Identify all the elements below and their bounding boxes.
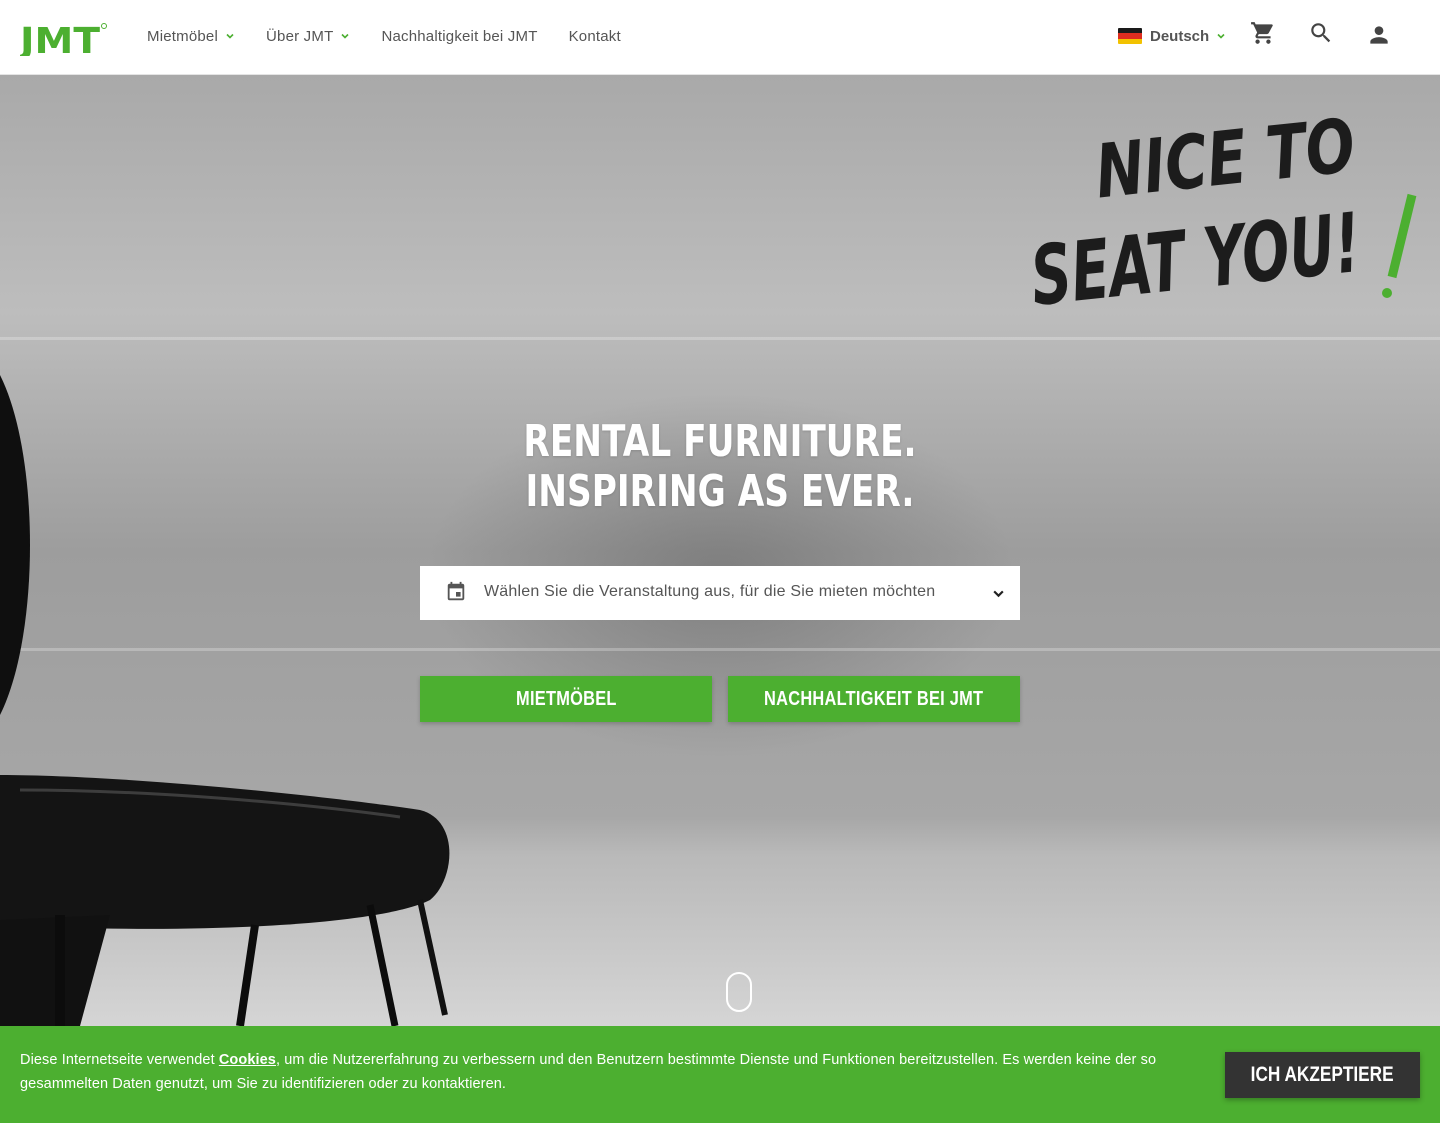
chevron-down-icon	[341, 33, 350, 39]
site-header: JMT Mietmöbel Über JMT Nachhaltigkeit be…	[0, 0, 1440, 75]
logo-text: JMT	[20, 21, 100, 56]
germany-flag-icon	[1118, 28, 1142, 44]
headline-line-1: RENTAL FURNITURE.	[523, 416, 917, 467]
hero-section: NICE TO SEAT YOU! RENTAL FURNITURE. INSP…	[0, 75, 1440, 1026]
button-label: MIETMÖBEL	[515, 687, 617, 710]
chair-image	[0, 375, 450, 1026]
nav-item-mietmoebel[interactable]: Mietmöbel	[147, 28, 235, 45]
cookies-link[interactable]: Cookies	[219, 1052, 276, 1068]
nav-item-kontakt[interactable]: Kontakt	[569, 28, 621, 45]
mietmoebel-button[interactable]: MIETMÖBEL	[420, 676, 712, 722]
nice-to-seat-you-slogan: NICE TO SEAT YOU!	[1027, 105, 1417, 315]
nachhaltigkeit-button[interactable]: NACHHALTIGKEIT BEI JMT	[728, 676, 1020, 722]
cookie-text-before: Diese Internetseite verwendet	[20, 1052, 219, 1068]
button-label: ICH AKZEPTIERE	[1251, 1063, 1394, 1086]
cookie-banner: Diese Internetseite verwendet Cookies, u…	[0, 1026, 1440, 1123]
nav-item-ueber-jmt[interactable]: Über JMT	[266, 28, 350, 45]
headline-line-2: INSPIRING AS EVER.	[525, 466, 915, 517]
chevron-down-icon	[1217, 33, 1225, 39]
search-icon[interactable]	[1308, 20, 1334, 46]
nav-item-label: Mietmöbel	[147, 27, 218, 45]
nav-item-label: Nachhaltigkeit bei JMT	[381, 27, 538, 45]
header-utilities: Deutsch	[1118, 0, 1226, 72]
button-label: NACHHALTIGKEIT BEI JMT	[764, 687, 984, 710]
account-icon[interactable]	[1366, 22, 1392, 48]
accept-cookies-button[interactable]: ICH AKZEPTIERE	[1225, 1052, 1420, 1098]
event-select-dropdown[interactable]: Wählen Sie die Veranstaltung aus, für di…	[420, 566, 1020, 620]
nav-item-label: Über JMT	[266, 27, 334, 45]
cookie-text: Diese Internetseite verwendet Cookies, u…	[20, 1048, 1200, 1096]
nav-item-label: Kontakt	[568, 27, 621, 45]
event-select-placeholder: Wählen Sie die Veranstaltung aus, für di…	[484, 583, 936, 600]
calendar-icon	[447, 581, 465, 601]
slogan-line-2: SEAT YOU!	[1027, 196, 1365, 315]
cart-icon[interactable]	[1250, 20, 1276, 46]
jmt-logo[interactable]: JMT	[20, 20, 108, 56]
language-label: Deutsch	[1150, 27, 1210, 45]
chevron-down-icon	[226, 33, 234, 39]
hero-headline: RENTAL FURNITURE. INSPIRING AS EVER.	[158, 417, 1281, 517]
nav-item-nachhaltigkeit[interactable]: Nachhaltigkeit bei JMT	[381, 28, 537, 45]
scroll-down-indicator[interactable]	[726, 972, 752, 1012]
main-nav: Mietmöbel Über JMT Nachhaltigkeit bei JM…	[147, 0, 652, 72]
language-selector[interactable]: Deutsch	[1118, 28, 1226, 45]
chevron-down-icon	[993, 590, 1004, 598]
